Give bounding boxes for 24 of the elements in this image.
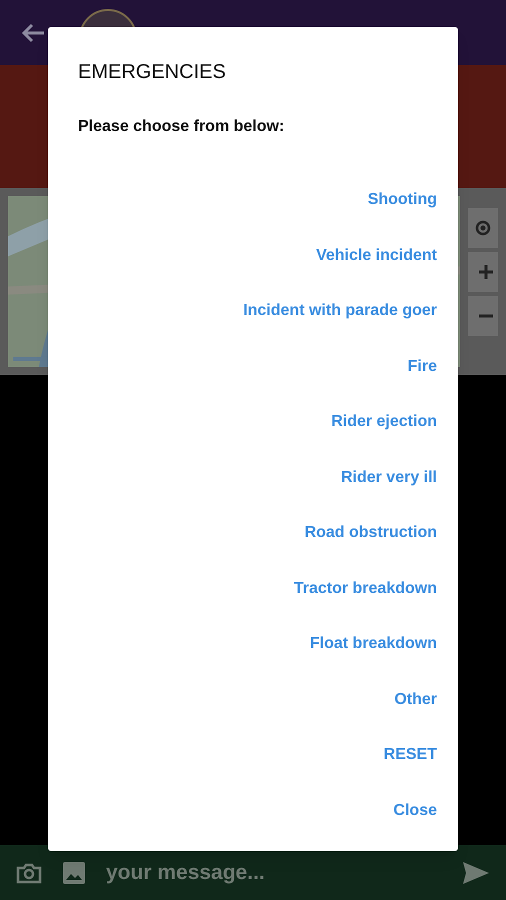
option-button[interactable]: Tractor breakdown [294, 578, 437, 598]
send-icon[interactable] [462, 860, 490, 884]
option-button[interactable]: Other [394, 688, 437, 710]
option-button[interactable]: Close [393, 800, 437, 820]
plus-icon [478, 264, 494, 280]
option-button[interactable]: Float breakdown [310, 633, 437, 654]
option-button[interactable]: Vehicle incident [316, 244, 437, 266]
option-button[interactable]: Fire [408, 356, 437, 376]
option-button[interactable]: Rider ejection [331, 411, 437, 432]
option-button[interactable]: Incident with parade goer [243, 300, 437, 321]
locate-button[interactable] [468, 208, 498, 248]
message-composer[interactable]: your message... [0, 845, 506, 900]
option-button[interactable]: Shooting [368, 189, 437, 210]
image-icon[interactable] [62, 860, 86, 884]
minus-icon [478, 314, 494, 318]
dialog-prompt: Please choose from below: [78, 117, 286, 137]
zoom-out-button[interactable] [468, 296, 498, 336]
option-button[interactable]: Road obstruction [304, 522, 437, 543]
dialog-title: EMERGENCIES [78, 60, 227, 84]
camera-icon[interactable] [16, 862, 42, 884]
option-button[interactable]: RESET [384, 744, 437, 765]
zoom-in-button[interactable] [468, 252, 498, 292]
back-arrow-icon[interactable] [20, 22, 46, 44]
option-button[interactable]: Rider very ill [340, 466, 437, 488]
